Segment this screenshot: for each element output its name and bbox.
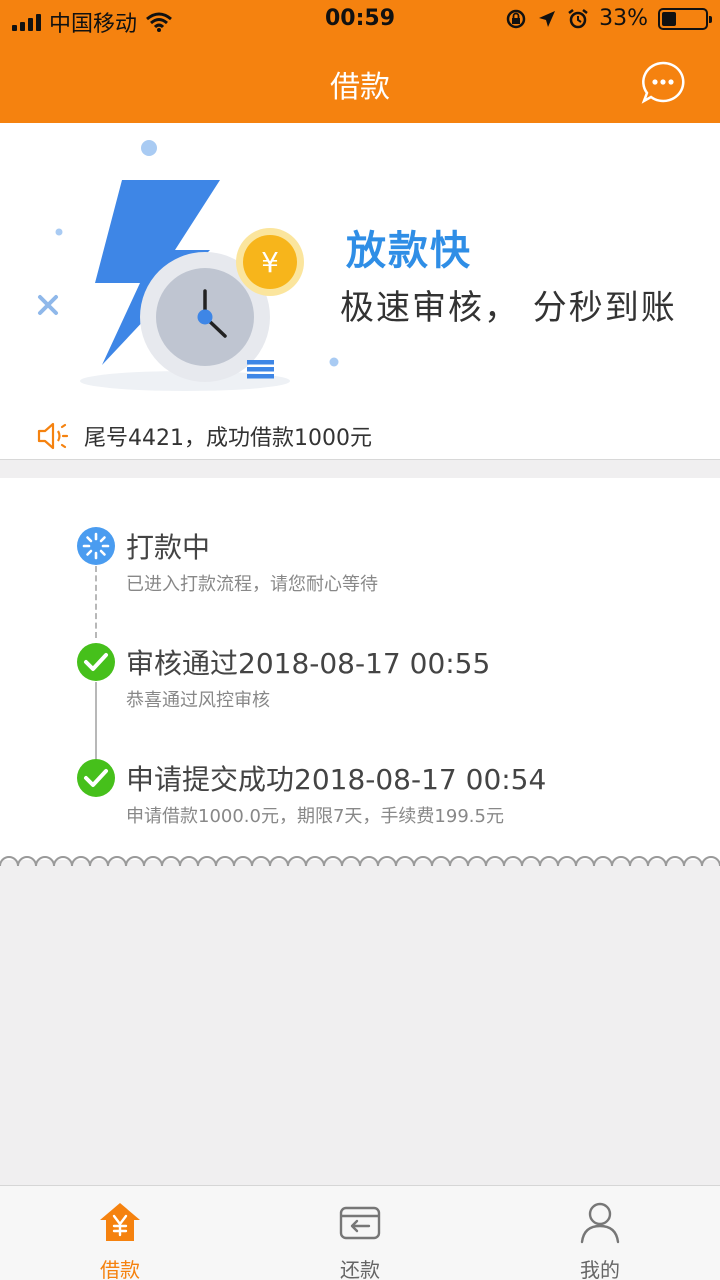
tab-label: 还款 xyxy=(340,1258,380,1280)
banner-subline: 极速审核， 分秒到账 xyxy=(340,288,677,328)
promo-banner: ¥ 放款快 极速审核， 分秒到账 尾号4421，成功借款1000元 xyxy=(0,123,720,460)
page-title: 借款 xyxy=(330,70,390,105)
tab-loan[interactable]: 借款 xyxy=(0,1186,240,1280)
timeline-title: 打款中 xyxy=(126,531,211,564)
nav-bar: 借款 xyxy=(0,40,720,123)
tab-label: 我的 xyxy=(580,1258,620,1280)
battery-percent: 33% xyxy=(599,6,648,31)
loan-progress-timeline: 打款中 已进入打款流程，请您耐心等待 审核通过2018-08-17 00:55 … xyxy=(0,478,720,860)
timeline-desc: 恭喜通过风控审核 xyxy=(126,690,270,711)
tab-repay[interactable]: 还款 xyxy=(240,1186,480,1280)
more-chat-icon[interactable] xyxy=(640,60,686,106)
timeline-title: 申请提交成功2018-08-17 00:54 xyxy=(126,763,547,796)
loading-icon xyxy=(77,527,115,565)
orientation-lock-icon xyxy=(506,9,526,28)
banner-divider xyxy=(0,459,720,460)
user-icon xyxy=(580,1202,620,1244)
tab-mine[interactable]: 我的 xyxy=(480,1186,720,1280)
coin-symbol: ¥ xyxy=(261,246,279,279)
receipt-scalloped-edge xyxy=(0,852,720,867)
tab-label: 借款 xyxy=(100,1258,140,1280)
status-bar-right: 33% xyxy=(505,6,712,31)
notice-bar: 尾号4421，成功借款1000元 xyxy=(0,413,720,459)
timeline-connector-solid xyxy=(95,682,97,768)
fast-loan-illustration: ¥ xyxy=(38,140,339,391)
timeline-title: 审核通过2018-08-17 00:55 xyxy=(126,647,491,680)
status-bar: 中国移动 00:59 33% xyxy=(0,0,720,40)
alarm-icon xyxy=(568,8,588,28)
check-icon xyxy=(77,643,115,681)
banner-headline: 放款快 xyxy=(346,228,472,274)
bottom-tab-bar: 借款 还款 我的 xyxy=(0,1185,720,1280)
location-icon xyxy=(539,10,556,27)
notice-text: 尾号4421，成功借款1000元 xyxy=(84,426,372,451)
timeline-desc: 申请借款1000.0元，期限7天，手续费199.5元 xyxy=(126,806,504,827)
card-return-icon xyxy=(339,1206,381,1240)
timeline-connector-dashed xyxy=(95,566,97,638)
battery-icon xyxy=(658,7,712,30)
home-yen-icon xyxy=(100,1203,140,1241)
timeline-desc: 已进入打款流程，请您耐心等待 xyxy=(126,574,378,595)
check-icon xyxy=(77,759,115,797)
speaker-icon xyxy=(37,422,69,450)
